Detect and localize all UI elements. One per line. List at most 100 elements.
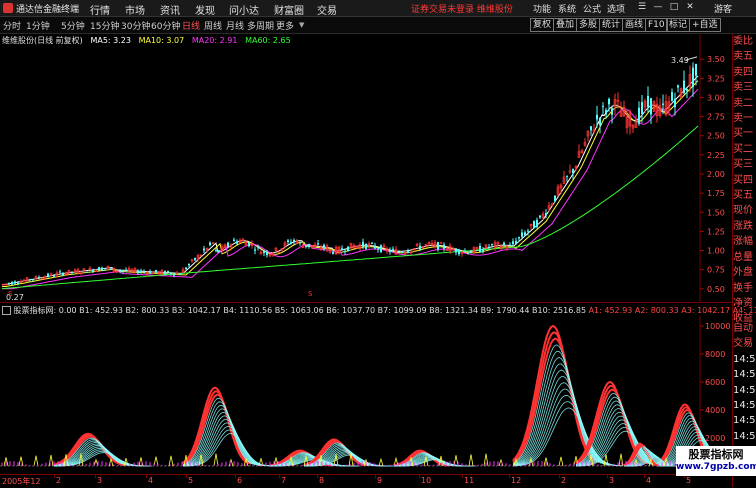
period-1min[interactable]: 1分钟 [26, 19, 50, 32]
stock-link[interactable]: 维维股份 [477, 5, 513, 15]
close-icon[interactable]: ✕ [684, 2, 696, 12]
candle-body [590, 126, 592, 131]
period-15min[interactable]: 15分钟 [90, 19, 119, 32]
candle-body [179, 273, 181, 275]
stats-button[interactable]: 统计 [599, 18, 624, 32]
guest-label[interactable]: 游客 [714, 2, 732, 15]
candle-body [14, 281, 16, 284]
quote-field-label: 换手 [733, 282, 753, 294]
period-30min[interactable]: 30分钟 [121, 19, 150, 32]
candle-body [554, 195, 556, 202]
candle-body [695, 63, 697, 76]
date-tick [54, 475, 55, 478]
period-intraday[interactable]: 分时 [3, 19, 21, 32]
quote-field-label: 卖三 [733, 82, 753, 94]
candlestick-chart[interactable]: 3.50 3.25 3.00 2.75 2.50 2.25 2.00 1.75 1.50 1.25… [0, 34, 733, 302]
period-60min[interactable]: 60分钟 [151, 19, 180, 32]
overlay-button[interactable]: 叠加 [553, 18, 578, 32]
period-monthly[interactable]: 月线 [226, 19, 244, 32]
candle-body [38, 277, 40, 279]
menu-trade[interactable]: 交易 [317, 2, 337, 17]
date-tick [235, 475, 236, 478]
menu-function[interactable]: 功能 [533, 2, 551, 15]
candle-body [29, 279, 31, 281]
price-axis-label: 2.00 [707, 170, 725, 179]
candle-body [455, 248, 457, 253]
ma20-value: MA20: 2.91 [191, 36, 238, 45]
trade-label[interactable]: 自动 [733, 321, 756, 336]
indicator-item: B3: 1042.17 [169, 306, 221, 315]
date-axis-label: 7 [281, 476, 287, 485]
candle-body [167, 270, 169, 273]
draw-button[interactable]: 画线 [622, 18, 647, 32]
candle-body [686, 88, 688, 91]
indicator-spike [378, 457, 384, 467]
candle-body [464, 250, 466, 252]
multi-stock-button[interactable]: 多股 [576, 18, 601, 32]
candle-body [527, 230, 529, 232]
period-weekly[interactable]: 周线 [204, 19, 222, 32]
menu-market[interactable]: 市场 [125, 2, 145, 17]
candle-body [218, 250, 220, 252]
add-watchlist-button[interactable]: +自选 [689, 18, 721, 32]
quote-field-label: 买二 [733, 143, 753, 155]
candle-body [173, 274, 175, 276]
menu-news[interactable]: 资讯 [160, 2, 180, 17]
candle-body [488, 246, 490, 248]
login-warning[interactable]: 证券交易未登录 维维股份 [411, 2, 513, 15]
period-more[interactable]: 更多 [276, 19, 294, 32]
quote-field-label: 外盘 [733, 267, 753, 279]
date-tick [462, 475, 463, 478]
candle-body [86, 271, 88, 273]
f10-button[interactable]: F10 [645, 18, 668, 32]
indicator-name[interactable]: 股票指标网 [14, 306, 54, 315]
trade-label[interactable]: 交易 [733, 336, 756, 351]
menu-discover[interactable]: 发现 [195, 2, 215, 17]
menu-system[interactable]: 系统 [558, 2, 576, 15]
skin-icon[interactable]: ☰ [636, 2, 648, 12]
indicator-settings-icon[interactable] [2, 306, 11, 315]
candle-body [155, 269, 157, 273]
menu-quotes[interactable]: 行情 [90, 2, 110, 17]
candle-body [185, 267, 187, 270]
mark-button[interactable]: 标记 [666, 18, 691, 32]
menu-formula[interactable]: 公式 [583, 2, 601, 15]
candle-body [599, 117, 601, 125]
candle-body [362, 241, 364, 247]
ma5-value: MA5: 3.23 [90, 36, 131, 45]
indicator-item: A1: 452.93 [586, 306, 633, 315]
candle-body [287, 240, 289, 243]
candle-body [380, 245, 382, 253]
indicator-chart[interactable]: 10000 8000 6000 4000 2000 [0, 316, 733, 474]
candle-body [308, 243, 310, 247]
minimize-icon[interactable]: — [652, 2, 664, 12]
price-axis-label: 3.00 [707, 93, 725, 102]
candle-body [365, 243, 367, 249]
candle-body [254, 249, 256, 251]
date-axis-label: 2 [56, 476, 62, 485]
menu-options[interactable]: 选项 [607, 2, 625, 15]
adjust-button[interactable]: 复权 [530, 18, 555, 32]
candle-body [194, 257, 196, 261]
more-chevron-icon[interactable]: ▼ [299, 21, 304, 29]
maximize-icon[interactable]: □ [668, 2, 680, 12]
tick-time: 14:56 [733, 369, 756, 381]
candle-body [533, 220, 535, 229]
indicator-axis-label: 8000 [705, 350, 725, 359]
date-tick [279, 475, 280, 478]
price-axis-label: 0.75 [707, 266, 725, 275]
candle-body [389, 250, 391, 253]
candle-body [215, 250, 217, 252]
candle-body [236, 241, 238, 244]
menu-wealth[interactable]: 财富圈 [274, 2, 304, 17]
candle-body [347, 246, 349, 252]
period-multi[interactable]: 多周期 [247, 19, 274, 32]
period-daily[interactable]: 日线 [182, 19, 200, 32]
candle-body [515, 240, 517, 244]
price-axis-label: 2.25 [707, 151, 725, 160]
menu-wenxiaoda[interactable]: 问小达 [229, 2, 259, 17]
price-axis-label: 3.25 [707, 74, 725, 83]
quote-field-label: 涨跌 [733, 220, 753, 232]
period-5min[interactable]: 5分钟 [61, 19, 85, 32]
candle-body [677, 85, 679, 88]
